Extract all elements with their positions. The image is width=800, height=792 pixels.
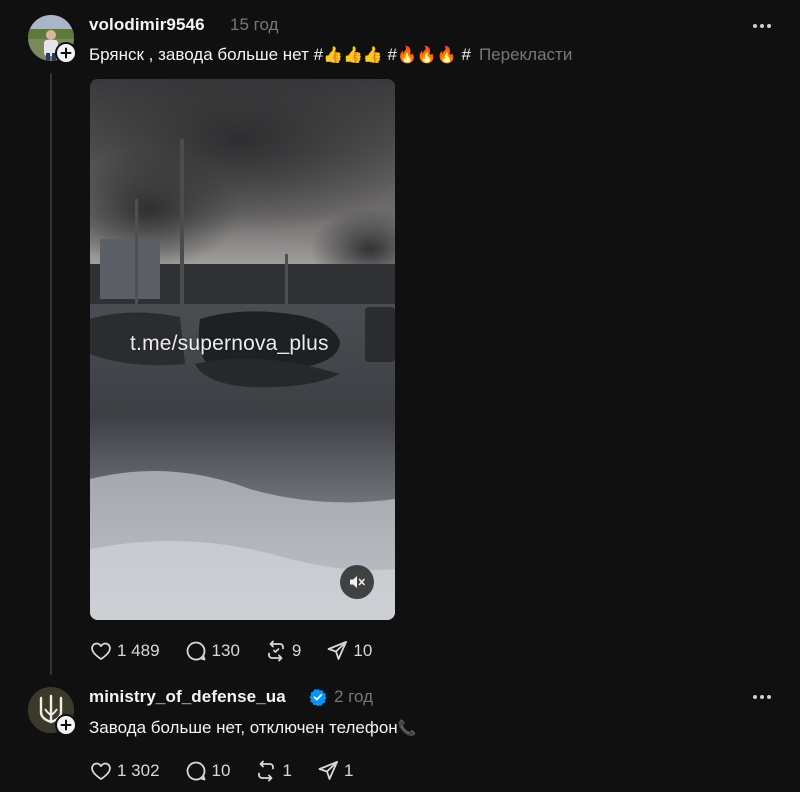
post-actions: 1 489 130 9 10 (89, 639, 396, 663)
heart-icon (91, 762, 111, 780)
like-button[interactable]: 1 489 (89, 639, 160, 663)
plus-icon (60, 47, 72, 59)
post-text-body: Завода больше нет, отключен телефон (89, 718, 398, 737)
reply-count: 130 (211, 641, 240, 660)
post-time: 15 год (230, 15, 279, 34)
follow-button[interactable] (55, 42, 77, 64)
like-count: 1 489 (117, 641, 160, 660)
thread-line (50, 73, 52, 675)
like-button[interactable]: 1 302 (89, 759, 160, 783)
repost-count: 1 (282, 761, 292, 780)
post-text-mid: # (382, 45, 397, 64)
share-count: 1 (343, 761, 354, 780)
share-icon (327, 641, 348, 660)
verified-icon (309, 689, 327, 706)
repost-button[interactable]: 9 (264, 639, 301, 663)
telephone-emoji: 📞 (397, 720, 417, 737)
post-volodimir: volodimir9546 15 год Брянск , завода бол… (0, 0, 800, 680)
username[interactable]: ministry_of_defense_ua (89, 687, 286, 707)
repost-count: 9 (291, 641, 302, 660)
post-text: Брянск , завода больше нет #👍👍👍 #🔥🔥🔥 # Пе… (89, 45, 572, 65)
mute-button[interactable] (340, 565, 374, 599)
post-text-suffix: # (456, 45, 471, 64)
more-icon[interactable] (750, 685, 774, 709)
heart-icon (91, 642, 111, 660)
post-text: Завода больше нет, отключен телефон📞 (89, 718, 416, 738)
video-watermark: t.me/supernova_plus (130, 332, 329, 355)
repost-icon (268, 640, 284, 662)
post-text-prefix: Брянск , завода больше нет # (89, 45, 324, 64)
post-time: 2 год (334, 687, 374, 706)
fire-emoji: 🔥🔥🔥 (397, 47, 457, 64)
reply-button[interactable]: 130 (184, 639, 240, 663)
share-icon (318, 761, 338, 780)
reply-count: 10 (211, 761, 231, 780)
like-count: 1 302 (117, 761, 160, 780)
post-actions: 1 302 10 1 1 (89, 759, 377, 783)
username[interactable]: volodimir9546 (89, 15, 205, 35)
comment-icon (186, 641, 205, 661)
share-count: 10 (353, 641, 373, 660)
thumbs-up-emoji: 👍👍👍 (323, 47, 383, 64)
translate-link[interactable]: Перекласти (479, 45, 572, 64)
repost-button[interactable]: 1 (254, 759, 292, 783)
repost-icon (258, 760, 275, 782)
plus-icon (60, 719, 72, 731)
speaker-muted-icon (350, 576, 365, 588)
comment-icon (186, 761, 205, 781)
reply-button[interactable]: 10 (184, 759, 231, 783)
post-ministry: ministry_of_defense_ua 2 год Завода боль… (0, 680, 800, 792)
more-icon[interactable] (750, 14, 774, 38)
share-button[interactable]: 10 (325, 639, 372, 663)
share-button[interactable]: 1 (316, 759, 353, 783)
follow-button[interactable] (55, 714, 77, 736)
